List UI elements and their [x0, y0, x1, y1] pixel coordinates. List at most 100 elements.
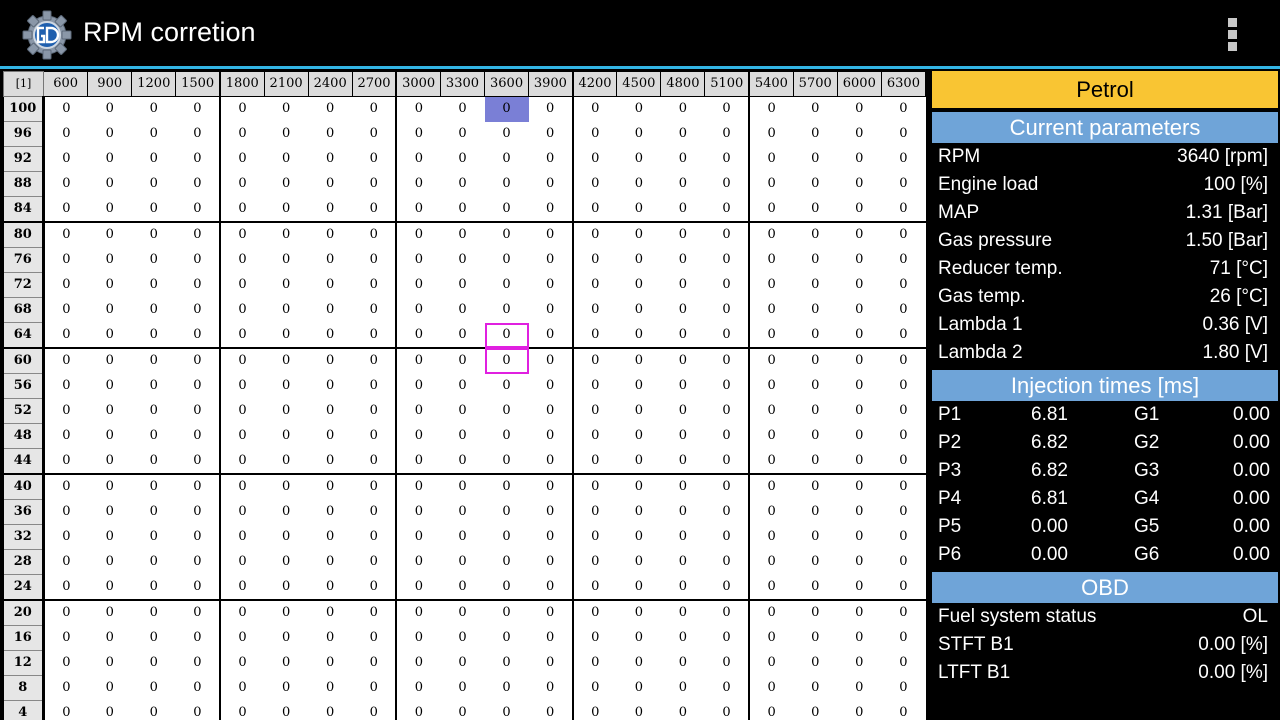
map-cell[interactable]: 0: [87, 96, 132, 122]
map-cell[interactable]: 0: [528, 222, 574, 248]
map-cell[interactable]: 0: [43, 121, 88, 147]
map-cell[interactable]: 0: [308, 675, 353, 701]
map-cell[interactable]: 0: [484, 650, 529, 676]
map-cell[interactable]: 0: [43, 448, 88, 475]
map-cell[interactable]: 0: [793, 146, 838, 172]
map-cell[interactable]: 0: [352, 423, 398, 449]
map-cell[interactable]: 0: [484, 549, 529, 575]
map-cell[interactable]: 0: [352, 499, 398, 525]
map-cell[interactable]: 0: [87, 297, 132, 323]
map-cell[interactable]: 0: [131, 650, 176, 676]
map-cell[interactable]: 0: [87, 171, 132, 197]
map-cell[interactable]: 0: [440, 121, 485, 147]
map-cell[interactable]: 0: [749, 524, 794, 550]
map-cell[interactable]: 0: [660, 121, 705, 147]
map-cell[interactable]: 0: [440, 574, 485, 601]
map-cell[interactable]: 0: [308, 322, 353, 349]
map-cell[interactable]: 0: [572, 272, 617, 298]
map-cell[interactable]: 0: [175, 423, 221, 449]
map-cell[interactable]: 0: [749, 146, 794, 172]
map-cell[interactable]: 0: [264, 297, 309, 323]
map-cell[interactable]: 0: [528, 297, 574, 323]
map-cell[interactable]: 0: [528, 196, 574, 223]
map-cell[interactable]: 0: [660, 625, 705, 651]
map-cell[interactable]: 0: [881, 247, 926, 273]
map-cell[interactable]: 0: [264, 322, 309, 349]
map-cell[interactable]: 0: [131, 423, 176, 449]
map-cell[interactable]: 0: [528, 171, 574, 197]
map-cell[interactable]: 0: [396, 96, 441, 122]
map-cell[interactable]: 0: [837, 171, 882, 197]
map-cell[interactable]: 0: [175, 121, 221, 147]
map-cell[interactable]: 0: [352, 272, 398, 298]
map-cell[interactable]: 0: [660, 650, 705, 676]
map-cell[interactable]: 0: [440, 675, 485, 701]
map-cell[interactable]: 0: [219, 625, 265, 651]
map-cell[interactable]: 0: [131, 146, 176, 172]
map-cell[interactable]: 0: [837, 247, 882, 273]
fuel-mode-button[interactable]: Petrol: [932, 71, 1278, 108]
map-cell[interactable]: 0: [87, 373, 132, 399]
map-cell[interactable]: 0: [793, 322, 838, 349]
map-cell[interactable]: 0: [175, 297, 221, 323]
map-cell[interactable]: 0: [175, 96, 221, 122]
map-cell[interactable]: 0: [219, 574, 265, 601]
map-cell[interactable]: 0: [396, 650, 441, 676]
map-cell[interactable]: 0: [396, 272, 441, 298]
map-cell[interactable]: 0: [131, 574, 176, 601]
map-cell[interactable]: 0: [616, 196, 661, 223]
map-cell[interactable]: 0: [528, 625, 574, 651]
map-cell[interactable]: 0: [264, 574, 309, 601]
map-cell[interactable]: 0: [793, 247, 838, 273]
map-cell[interactable]: 0: [219, 171, 265, 197]
app-logo-icon[interactable]: [20, 8, 74, 62]
map-cell[interactable]: 0: [352, 222, 398, 248]
map-cell[interactable]: 0: [87, 423, 132, 449]
map-cell[interactable]: 0: [704, 348, 751, 374]
map-cell[interactable]: 0: [352, 650, 398, 676]
map-cell[interactable]: 0: [616, 524, 661, 550]
map-cell[interactable]: 0: [87, 272, 132, 298]
map-cell[interactable]: 0: [43, 574, 88, 601]
map-cell[interactable]: 0: [396, 448, 441, 475]
map-cell[interactable]: 0: [308, 297, 353, 323]
map-cell[interactable]: 0: [881, 423, 926, 449]
map-cell[interactable]: 0: [484, 348, 529, 374]
map-cell[interactable]: 0: [484, 600, 529, 626]
map-cell[interactable]: 0: [396, 121, 441, 147]
map-cell[interactable]: 0: [440, 700, 485, 720]
map-cell[interactable]: 0: [749, 171, 794, 197]
map-cell[interactable]: 0: [131, 272, 176, 298]
map-cell[interactable]: 0: [528, 373, 574, 399]
map-cell[interactable]: 0: [660, 96, 705, 122]
map-cell[interactable]: 0: [175, 222, 221, 248]
map-cell[interactable]: 0: [352, 398, 398, 424]
map-cell[interactable]: 0: [616, 499, 661, 525]
map-cell[interactable]: 0: [87, 499, 132, 525]
map-cell[interactable]: 0: [308, 448, 353, 475]
map-cell[interactable]: 0: [572, 549, 617, 575]
map-cell[interactable]: 0: [219, 474, 265, 500]
map-cell[interactable]: 0: [704, 625, 751, 651]
map-cell[interactable]: 0: [484, 272, 529, 298]
map-cell[interactable]: 0: [660, 373, 705, 399]
map-cell[interactable]: 0: [308, 600, 353, 626]
map-cell[interactable]: 0: [660, 423, 705, 449]
map-cell[interactable]: 0: [616, 650, 661, 676]
map-cell[interactable]: 0: [264, 222, 309, 248]
map-cell[interactable]: 0: [616, 247, 661, 273]
map-cell[interactable]: 0: [219, 196, 265, 223]
map-cell[interactable]: 0: [616, 222, 661, 248]
map-cell[interactable]: 0: [175, 322, 221, 349]
map-cell[interactable]: 0: [881, 675, 926, 701]
map-cell[interactable]: 0: [175, 272, 221, 298]
map-cell[interactable]: 0: [308, 171, 353, 197]
map-cell[interactable]: 0: [793, 600, 838, 626]
map-cell[interactable]: 0: [528, 650, 574, 676]
map-cell[interactable]: 0: [308, 549, 353, 575]
map-cell[interactable]: 0: [87, 448, 132, 475]
map-cell[interactable]: 0: [484, 423, 529, 449]
map-cell[interactable]: 0: [396, 348, 441, 374]
map-cell[interactable]: 0: [440, 146, 485, 172]
map-cell[interactable]: 0: [749, 297, 794, 323]
